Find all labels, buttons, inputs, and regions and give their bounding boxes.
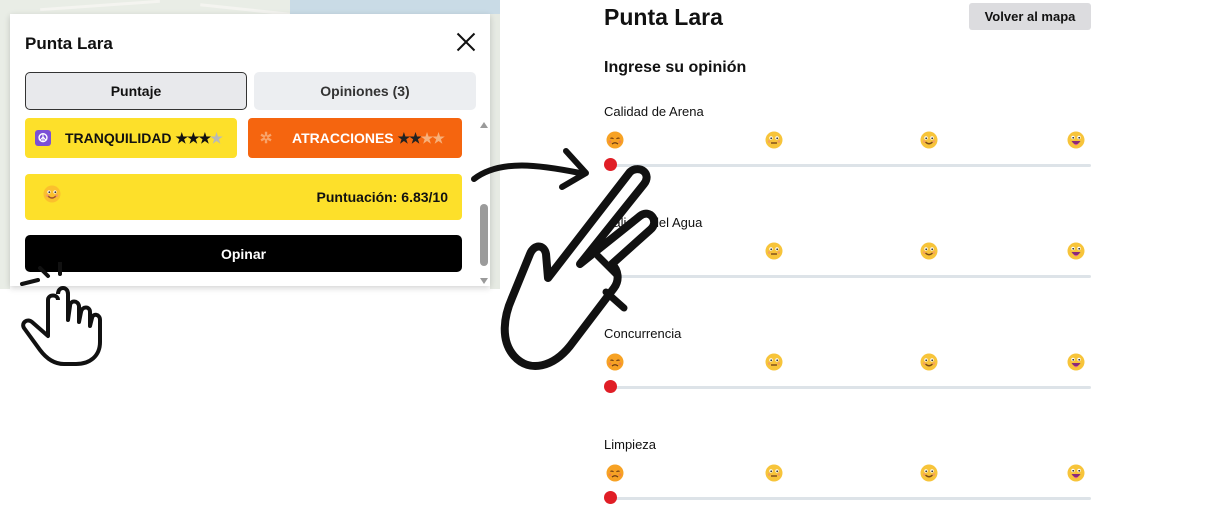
popup-title: Punta Lara <box>25 34 113 53</box>
neutral-face-icon[interactable] <box>765 242 783 260</box>
ferris-wheel-icon: ✲ <box>259 130 273 147</box>
close-icon[interactable] <box>454 30 478 54</box>
criterion-label: Calidad de Arena <box>604 104 704 119</box>
rating-slider-thumb[interactable] <box>604 380 617 393</box>
neutral-face-icon[interactable] <box>765 131 783 149</box>
rating-slider-track[interactable] <box>608 164 1091 167</box>
tab-opiniones[interactable]: Opiniones (3) <box>254 72 476 110</box>
stars-filled: ★★ <box>397 129 422 146</box>
smile-face-icon[interactable] <box>920 464 938 482</box>
grin-face-icon[interactable] <box>1067 353 1085 371</box>
neutral-face-icon[interactable] <box>765 464 783 482</box>
rating-slider-track[interactable] <box>608 275 1091 278</box>
smile-face-icon <box>43 185 61 203</box>
stars-empty: ★★ <box>420 129 445 146</box>
peace-icon: ☮ <box>35 130 51 146</box>
stars-filled: ★★★ <box>175 129 212 146</box>
criterion-4: Limpieza <box>604 437 1092 517</box>
badge-atracciones: ✲ ATRACCIONES ★★ ★★ <box>248 118 462 158</box>
popup-scroll-area: ☮ TRANQUILIDAD ★★★ ★ ✲ ATRACCIONES ★★ ★★… <box>10 118 490 286</box>
criterion-1: Calidad de Arena <box>604 104 1092 184</box>
rating-slider-thumb[interactable] <box>604 158 617 171</box>
rating-slider-thumb[interactable] <box>604 269 617 282</box>
form-heading: Ingrese su opinión <box>604 59 747 76</box>
beach-popup: Punta Lara Puntaje Opiniones (3) ☮ TRANQ… <box>10 14 490 286</box>
smile-face-icon[interactable] <box>920 353 938 371</box>
criterion-label: Limpieza <box>604 437 657 452</box>
sad-face-icon[interactable] <box>606 353 624 371</box>
grin-face-icon[interactable] <box>1067 131 1085 149</box>
sad-face-icon[interactable] <box>606 464 624 482</box>
neutral-face-icon[interactable] <box>765 353 783 371</box>
form-title: Punta Lara <box>604 4 723 30</box>
scroll-up-icon[interactable] <box>480 122 488 128</box>
scrollbar-thumb[interactable] <box>480 204 488 266</box>
badge-label: ATRACCIONES <box>292 130 394 146</box>
badge-label: TRANQUILIDAD <box>65 130 172 146</box>
smile-face-icon[interactable] <box>920 131 938 149</box>
badge-tranquilidad: ☮ TRANQUILIDAD ★★★ ★ <box>25 118 237 158</box>
map-background-right <box>490 14 500 289</box>
scroll-down-icon[interactable] <box>480 278 488 284</box>
criterion-2: Calidad del Agua <box>604 215 1092 295</box>
stars-empty: ★ <box>210 129 223 146</box>
score-box: Puntuación: 6.83/10 <box>25 174 462 220</box>
rating-slider-track[interactable] <box>608 386 1091 389</box>
smile-face-icon[interactable] <box>920 242 938 260</box>
score-text: Puntuación: 6.83/10 <box>316 189 448 205</box>
rating-slider-thumb[interactable] <box>604 491 617 504</box>
sad-face-icon[interactable] <box>606 242 624 260</box>
grin-face-icon[interactable] <box>1067 242 1085 260</box>
map-background-left <box>0 14 10 289</box>
criterion-3: Concurrencia <box>604 326 1092 406</box>
opinar-button[interactable]: Opinar <box>25 235 462 272</box>
map-background <box>0 0 500 14</box>
criterion-label: Calidad del Agua <box>604 215 703 230</box>
criterion-label: Concurrencia <box>604 326 682 341</box>
sad-face-icon[interactable] <box>606 131 624 149</box>
tab-puntaje[interactable]: Puntaje <box>25 72 247 110</box>
scrollbar[interactable] <box>479 118 489 286</box>
back-to-map-button[interactable]: Volver al mapa <box>969 3 1091 30</box>
grin-face-icon[interactable] <box>1067 464 1085 482</box>
rating-slider-track[interactable] <box>608 497 1091 500</box>
